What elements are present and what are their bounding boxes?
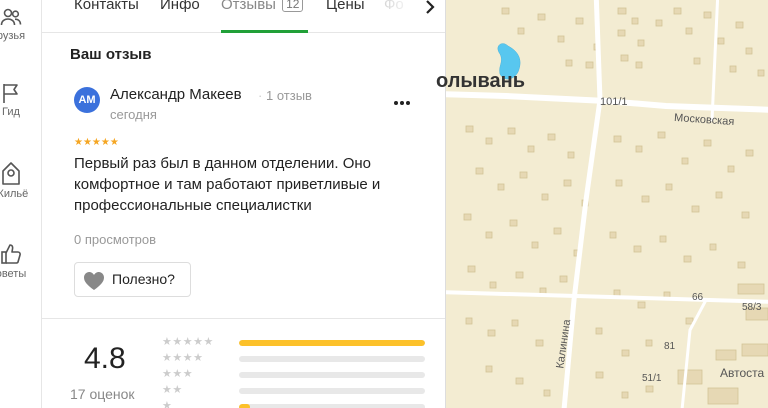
- distribution-stars: ★★★: [162, 368, 194, 380]
- more-dots-icon: [394, 101, 398, 105]
- section-title: Ваш отзыв: [70, 46, 152, 63]
- distribution-bar: [239, 340, 425, 346]
- heart-icon: [84, 272, 104, 290]
- tab-info[interactable]: Инфо: [160, 0, 200, 13]
- tab-contacts-label: Контакты: [74, 0, 139, 13]
- distribution-bar-fill: [239, 404, 251, 408]
- rail-label-tips: оветы: [0, 268, 27, 280]
- tabs-next-button[interactable]: [416, 0, 445, 30]
- tab-reviews-label: Отзывы: [221, 0, 276, 13]
- rail-item-tips[interactable]: оветы: [0, 242, 42, 280]
- app-root: рузья Гид Жильё оветы Контакты Инфо Отзы…: [0, 0, 768, 408]
- map-label-poi-avtost[interactable]: Автоста: [720, 366, 764, 380]
- organization-panel: Контакты Инфо Отзывы 12 Цены Фо Ваш отзы…: [42, 0, 446, 408]
- distribution-bar: [239, 388, 425, 394]
- distribution-stars: ★★: [162, 384, 183, 396]
- rail-item-housing[interactable]: Жильё: [0, 160, 42, 200]
- avatar[interactable]: АМ: [74, 87, 100, 113]
- thumbs-up-icon: [1, 244, 21, 264]
- tab-bar: Контакты Инфо Отзывы 12 Цены Фо: [42, 0, 445, 33]
- map-label-house-66: 66: [692, 292, 704, 303]
- distribution-stars: ★: [162, 400, 173, 408]
- map-label-town[interactable]: олывань: [436, 70, 525, 93]
- map-label-house-81: 81: [664, 341, 676, 352]
- map-label-house-58-3: 58/3: [742, 302, 762, 313]
- rail-label-guide: Гид: [2, 106, 20, 118]
- useful-button[interactable]: Полезно?: [74, 262, 191, 297]
- rail-label-housing: Жильё: [0, 188, 29, 200]
- flag-icon: [3, 84, 18, 103]
- map-canvas[interactable]: [446, 0, 768, 408]
- rail-item-guide[interactable]: Гид: [0, 82, 42, 118]
- author-separator: ·: [258, 88, 263, 103]
- left-rail: рузья Гид Жильё оветы: [0, 0, 42, 408]
- home-icon: [2, 162, 20, 185]
- distribution-bar-fill: [239, 340, 425, 346]
- rating-value: 4.8: [84, 342, 126, 375]
- map[interactable]: олывань 101/1 Московская Калинина 66 58/…: [436, 0, 768, 408]
- more-options-button[interactable]: [394, 92, 418, 108]
- distribution-bar: [239, 356, 425, 362]
- rating-count: 17 оценок: [70, 386, 135, 402]
- review-date: сегодня: [110, 107, 157, 122]
- author-name[interactable]: Александр Макеев: [110, 86, 242, 103]
- distribution-bar: [239, 372, 425, 378]
- tab-contacts[interactable]: Контакты: [74, 0, 139, 13]
- tab-prices-label: Цены: [326, 0, 365, 13]
- section-divider: [42, 318, 445, 319]
- review-text: Первый раз был в данном отделении. Оно к…: [74, 155, 381, 214]
- map-label-house-101-1: 101/1: [600, 96, 628, 108]
- author-review-count: 1 отзыв: [266, 88, 312, 103]
- distribution-bar: [239, 404, 425, 408]
- review-views: 0 просмотров: [74, 232, 157, 247]
- tab-prices[interactable]: Цены: [326, 0, 365, 13]
- friends-icon: [0, 8, 22, 26]
- chevron-right-icon: [426, 0, 435, 14]
- review-stars: ★★★★★: [74, 137, 119, 148]
- useful-button-label: Полезно?: [112, 271, 175, 287]
- distribution-stars: ★★★★: [162, 352, 204, 364]
- rail-item-friends[interactable]: рузья: [0, 6, 42, 42]
- tab-active-indicator: [221, 30, 308, 33]
- map-label-house-51-1: 51/1: [642, 373, 662, 384]
- tab-info-label: Инфо: [160, 0, 200, 13]
- tab-reviews-count: 12: [282, 0, 304, 12]
- tab-fade: [376, 0, 416, 30]
- rail-label-friends: рузья: [0, 30, 26, 42]
- distribution-stars: ★★★★★: [162, 336, 214, 348]
- tab-reviews[interactable]: Отзывы 12: [221, 0, 304, 13]
